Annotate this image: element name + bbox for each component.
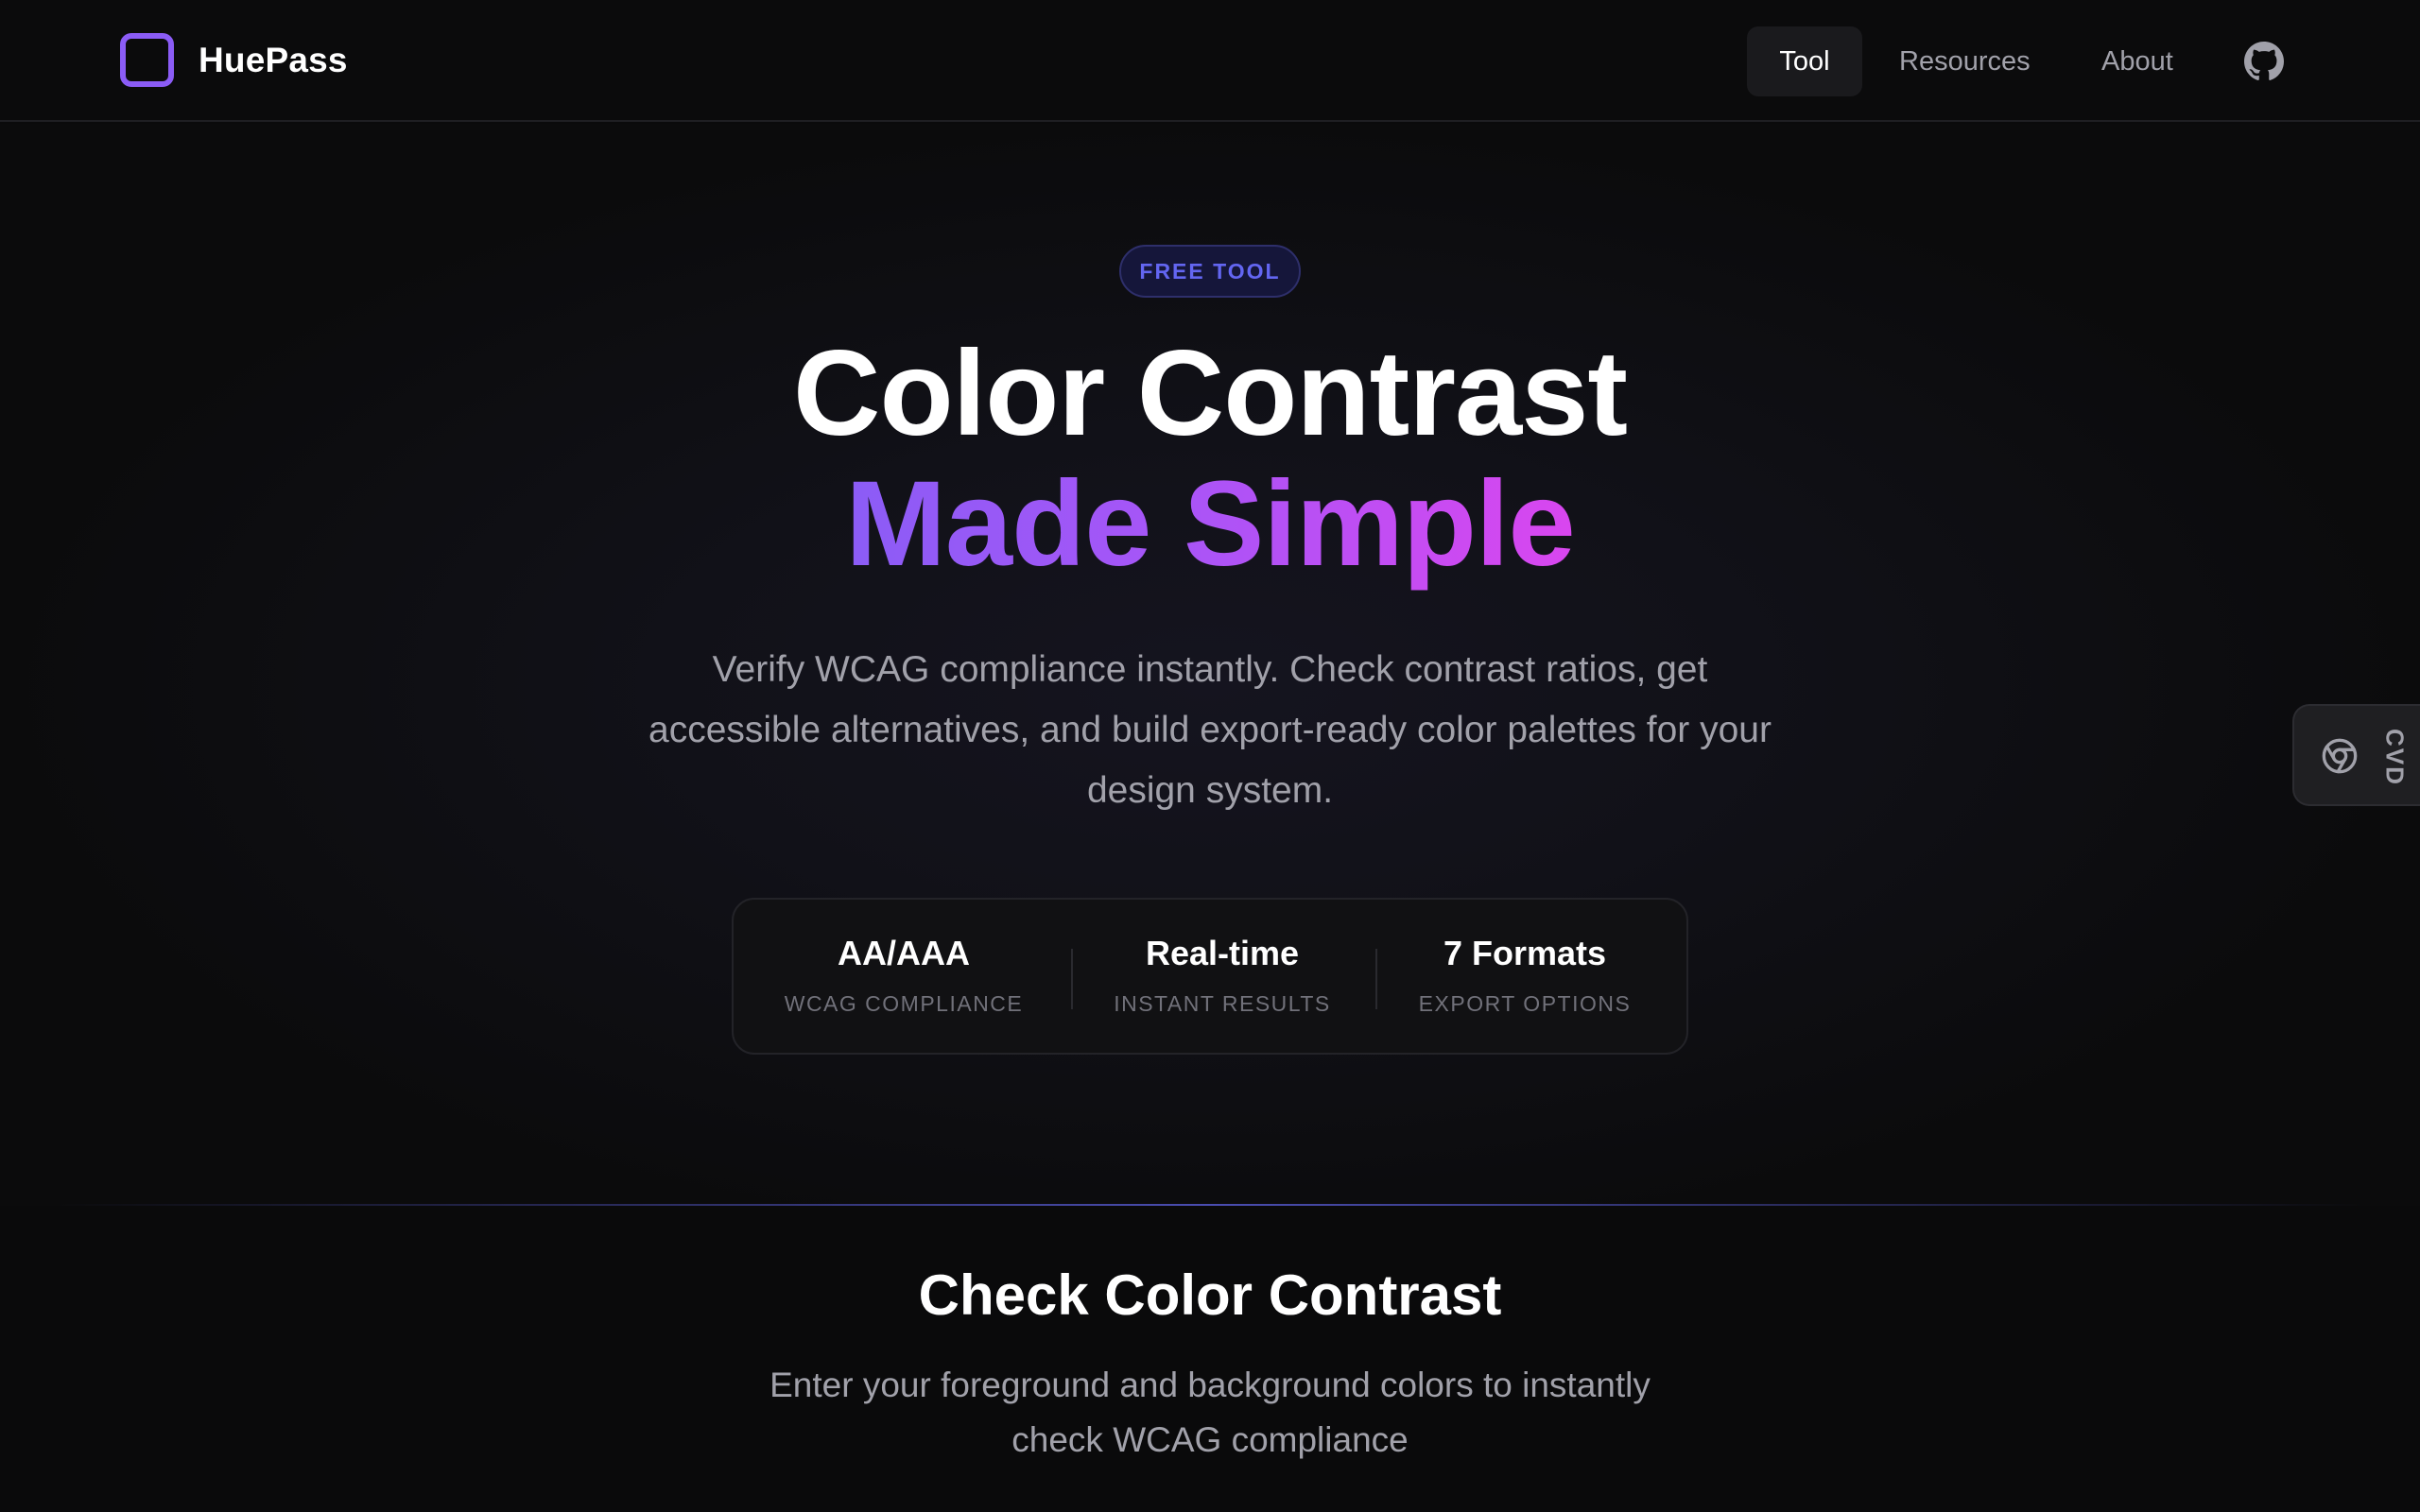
stat-label: EXPORT OPTIONS <box>1418 991 1632 1016</box>
nav-item-resources[interactable]: Resources <box>1899 26 2031 96</box>
stat-divider <box>1071 949 1073 1009</box>
stat-value: Real-time <box>1145 934 1300 972</box>
nav-item-about[interactable]: About <box>2101 26 2173 96</box>
hero-headline-gradient: Made Simple <box>845 456 1575 592</box>
section-divider <box>57 1204 2363 1206</box>
hero-headline-line1: Color Contrast <box>793 326 1628 461</box>
nav-item-tool[interactable]: Tool <box>1747 26 1862 96</box>
stat-realtime: Real-time INSTANT RESULTS <box>1083 900 1361 1057</box>
cvd-label: CVD <box>2380 728 2410 786</box>
hero-subtitle: Verify WCAG compliance instantly. Check … <box>648 649 1772 811</box>
stat-label: WCAG COMPLIANCE <box>784 991 1024 1016</box>
stat-wcag: AA/AAA WCAG COMPLIANCE <box>771 900 1036 1057</box>
stat-label: INSTANT RESULTS <box>1114 991 1331 1016</box>
stats-card: AA/AAA WCAG COMPLIANCE Real-time INSTANT… <box>732 898 1688 1055</box>
cvd-toggle-tab[interactable]: CVD <box>2292 704 2420 806</box>
stat-value: AA/AAA <box>838 934 970 972</box>
free-tool-badge: FREE TOOL <box>1119 245 1301 298</box>
section-title: Check Color Contrast <box>918 1263 1502 1327</box>
site-header: HuePass Tool Resources About <box>0 0 2420 122</box>
eye-icon <box>2321 737 2359 775</box>
stat-divider <box>1375 949 1377 1009</box>
hero-headline-line2: Made Simple <box>0 456 2420 592</box>
stat-formats: 7 Formats EXPORT OPTIONS <box>1388 900 1662 1057</box>
main-nav: Tool Resources About <box>0 26 2420 96</box>
github-icon[interactable] <box>2244 42 2284 81</box>
hero-section: FREE TOOL Color Contrast Made Simple Ver… <box>0 124 2420 1206</box>
section-subtitle: Enter your foreground and background col… <box>769 1366 1651 1459</box>
stat-value: 7 Formats <box>1443 934 1607 972</box>
